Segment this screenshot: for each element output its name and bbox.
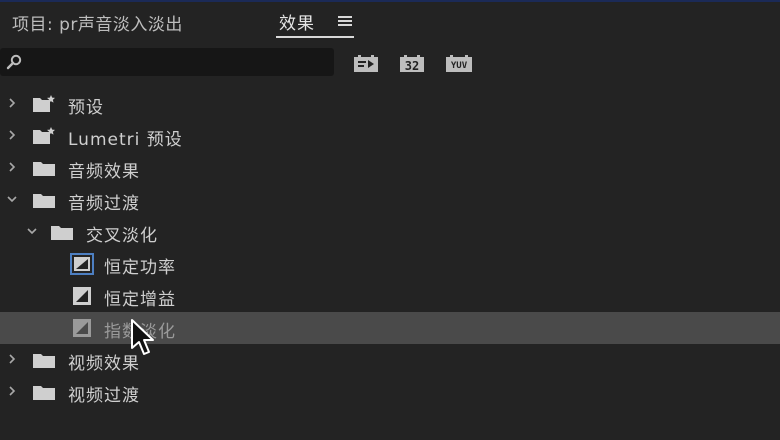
panel-tab-bar: 项目: pr声音淡入淡出 效果	[0, 2, 780, 40]
32-bit-color-label: 32	[404, 59, 420, 73]
active-tab-underline	[276, 36, 354, 38]
folder-icon	[33, 162, 55, 176]
tree-item-audio-effects[interactable]: 音频效果	[0, 152, 780, 184]
search-icon	[6, 54, 22, 70]
tree-item-label: Lumetri 预设	[68, 130, 183, 150]
tree-item-constant-gain[interactable]: 恒定增益	[0, 280, 780, 312]
chevron-right-icon[interactable]	[6, 129, 18, 141]
tree-item-constant-power[interactable]: 恒定功率	[0, 248, 780, 280]
chevron-down-icon[interactable]	[6, 193, 18, 205]
tree-item-label: 交叉淡化	[86, 226, 158, 246]
tree-item-label: 恒定增益	[104, 290, 176, 310]
audio-transition-icon	[70, 253, 94, 275]
tree-item-label: 音频过渡	[68, 194, 140, 214]
audio-transition-icon	[73, 287, 91, 305]
tree-item-label: 预设	[68, 98, 104, 118]
effects-toolbar: 32 YUV	[0, 44, 780, 80]
chevron-right-icon[interactable]	[6, 385, 18, 397]
tree-item-label: 视频过渡	[68, 386, 140, 406]
tab-project[interactable]: 项目: pr声音淡入淡出	[12, 10, 183, 35]
tree-item-crossfade[interactable]: 交叉淡化	[0, 216, 780, 248]
folder-icon	[33, 386, 55, 400]
tab-effects[interactable]: 效果	[279, 9, 315, 34]
folder-icon	[51, 226, 73, 240]
accelerated-effects-button[interactable]	[352, 52, 380, 74]
yuv-effects-label: YUV	[450, 61, 468, 71]
tree-item-label: 视频效果	[68, 354, 140, 374]
32-bit-color-button[interactable]: 32	[398, 52, 426, 74]
accelerated-effects-icon	[354, 55, 378, 72]
folder-icon	[33, 194, 55, 208]
tree-item-label: 恒定功率	[104, 258, 176, 278]
yuv-effects-button[interactable]: YUV	[444, 52, 474, 74]
tree-item-video-effects[interactable]: 视频效果	[0, 344, 780, 376]
tree-item-presets[interactable]: 预设	[0, 88, 780, 120]
search-box[interactable]	[0, 48, 334, 76]
audio-transition-icon	[73, 319, 91, 337]
tree-item-lumetri-presets[interactable]: Lumetri 预设	[0, 120, 780, 152]
tree-item-video-transitions[interactable]: 视频过渡	[0, 376, 780, 408]
folder-star-icon	[33, 95, 55, 112]
search-input[interactable]	[28, 52, 330, 74]
tree-item-label: 音频效果	[68, 162, 140, 182]
tree-item-audio-transitions[interactable]: 音频过渡	[0, 184, 780, 216]
tree-item-label: 指数淡化	[104, 322, 176, 342]
chevron-right-icon[interactable]	[6, 97, 18, 109]
chevron-right-icon[interactable]	[6, 353, 18, 365]
tree-item-exponential-fade[interactable]: 指数淡化	[0, 312, 780, 344]
folder-icon	[33, 354, 55, 368]
chevron-down-icon[interactable]	[26, 225, 38, 237]
folder-star-icon	[33, 127, 55, 144]
panel-menu-icon[interactable]	[338, 16, 352, 27]
chevron-right-icon[interactable]	[6, 161, 18, 173]
